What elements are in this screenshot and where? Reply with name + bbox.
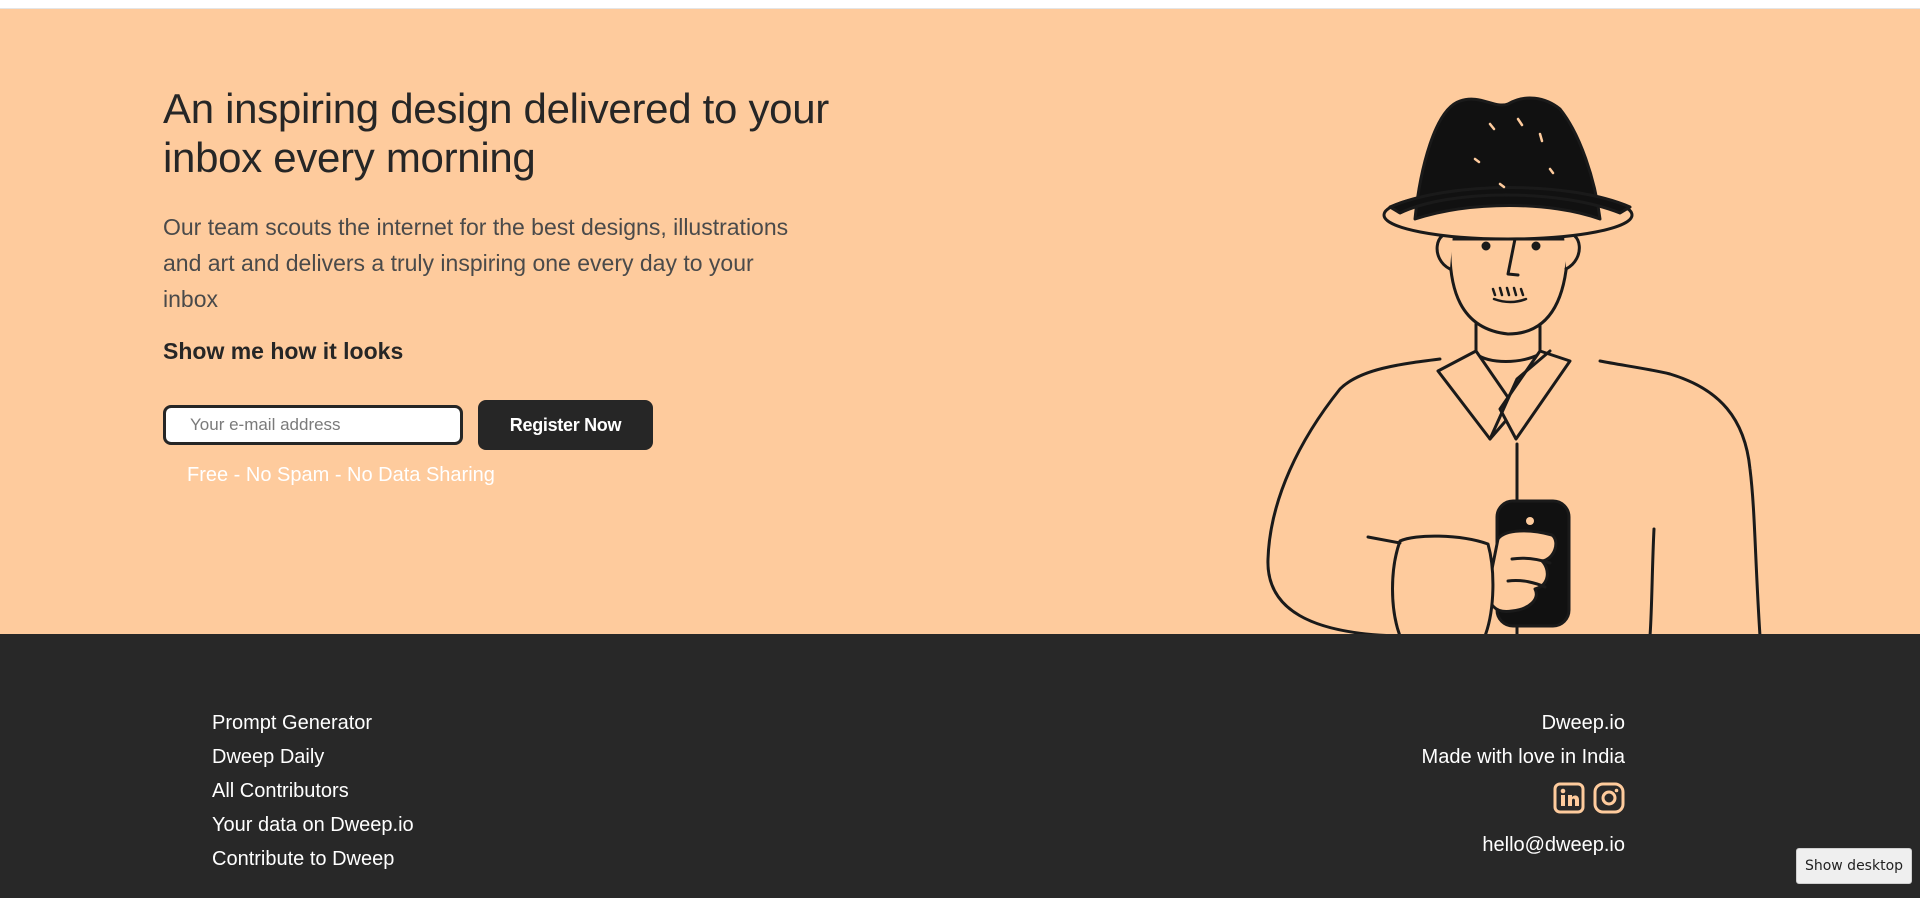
linkedin-icon[interactable] — [1553, 782, 1585, 814]
hero-section: An inspiring design delivered to your in… — [0, 9, 1920, 634]
browser-top-strip — [0, 0, 1920, 9]
footer-link-your-data[interactable]: Your data on Dweep.io — [212, 808, 414, 842]
footer-links: Prompt Generator Dweep Daily All Contrib… — [212, 706, 414, 876]
man-with-phone-illustration — [1266, 96, 1762, 634]
footer-link-dweep-daily[interactable]: Dweep Daily — [212, 740, 414, 774]
register-button[interactable]: Register Now — [478, 400, 653, 450]
footer-brand[interactable]: Dweep.io — [1422, 706, 1625, 740]
footer-right: Dweep.io Made with love in India hello@d… — [1422, 706, 1625, 857]
social-links — [1422, 782, 1625, 814]
site-footer: Prompt Generator Dweep Daily All Contrib… — [0, 634, 1920, 898]
footer-link-all-contributors[interactable]: All Contributors — [212, 774, 414, 808]
footer-link-contribute[interactable]: Contribute to Dweep — [212, 842, 414, 876]
hero-title: An inspiring design delivered to your in… — [163, 85, 829, 181]
email-input[interactable] — [163, 405, 463, 445]
footer-email[interactable]: hello@dweep.io — [1422, 834, 1625, 857]
hero-subtitle: Our team scouts the internet for the bes… — [163, 214, 789, 312]
show-me-link[interactable]: Show me how it looks — [163, 338, 403, 365]
show-desktop-button[interactable]: Show desktop — [1796, 848, 1912, 884]
instagram-icon[interactable] — [1593, 782, 1625, 814]
footer-link-prompt-generator[interactable]: Prompt Generator — [212, 706, 414, 740]
free-note: Free - No Spam - No Data Sharing — [187, 464, 495, 486]
footer-tagline: Made with love in India — [1421, 746, 1625, 768]
